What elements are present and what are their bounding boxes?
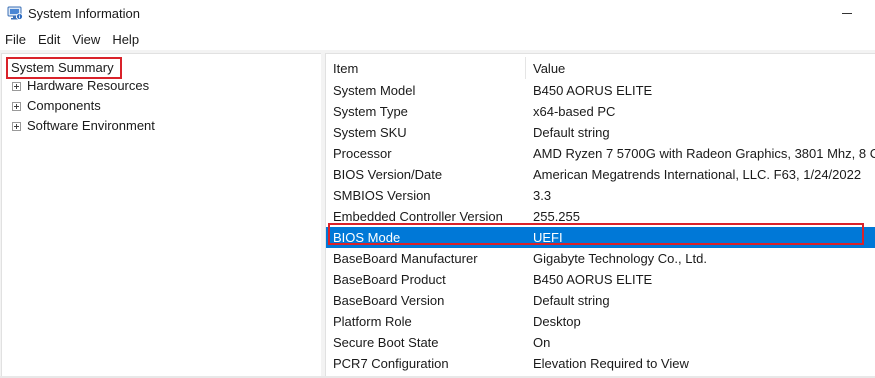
table-row[interactable]: System Type x64-based PC bbox=[326, 101, 875, 122]
tree-item-hardware-resources[interactable]: Hardware Resources bbox=[2, 76, 302, 96]
menu-file[interactable]: File bbox=[0, 28, 32, 50]
column-header-item[interactable]: Item bbox=[333, 61, 358, 76]
cell-item: SMBIOS Version bbox=[333, 188, 431, 203]
cell-value: Default string bbox=[533, 293, 610, 308]
cell-item: Processor bbox=[333, 146, 392, 161]
column-header-value[interactable]: Value bbox=[533, 61, 565, 76]
expand-icon[interactable] bbox=[12, 82, 21, 91]
cell-item: Embedded Controller Version bbox=[333, 209, 503, 224]
table-row[interactable]: PCR7 Configuration Elevation Required to… bbox=[326, 353, 875, 374]
minimize-button[interactable] bbox=[829, 0, 875, 28]
expand-icon[interactable] bbox=[12, 102, 21, 111]
cell-value: x64-based PC bbox=[533, 104, 616, 119]
table-row[interactable]: SMBIOS Version 3.3 bbox=[326, 185, 875, 206]
cell-value: Desktop bbox=[533, 314, 581, 329]
system-information-icon bbox=[7, 6, 23, 20]
column-divider[interactable] bbox=[525, 57, 526, 79]
window-title: System Information bbox=[28, 6, 140, 21]
cell-item: BaseBoard Product bbox=[333, 272, 446, 287]
table-row[interactable]: Embedded Controller Version 255.255 bbox=[326, 206, 875, 227]
table-row[interactable]: Platform Role Desktop bbox=[326, 311, 875, 332]
cell-item: BIOS Mode bbox=[333, 230, 401, 245]
cell-item: Platform Role bbox=[333, 314, 412, 329]
cell-value: B450 AORUS ELITE bbox=[533, 83, 653, 98]
tree-item-software-environment[interactable]: Software Environment bbox=[2, 116, 302, 136]
cell-value: Gigabyte Technology Co., Ltd. bbox=[533, 251, 707, 266]
cell-value: 3.3 bbox=[533, 188, 552, 203]
menu-edit[interactable]: Edit bbox=[32, 28, 66, 50]
cell-value: 255.255 bbox=[533, 209, 580, 224]
menu-view[interactable]: View bbox=[66, 28, 106, 50]
cell-value: Elevation Required to View bbox=[533, 356, 689, 371]
menu-bar: File Edit View Help bbox=[0, 28, 875, 50]
cell-value: B450 AORUS ELITE bbox=[533, 272, 653, 287]
menu-help[interactable]: Help bbox=[106, 28, 145, 50]
table-row[interactable]: BaseBoard Product B450 AORUS ELITE bbox=[326, 269, 875, 290]
cell-item: BaseBoard Manufacturer bbox=[333, 251, 478, 266]
tree-item-label: Components bbox=[27, 98, 101, 113]
table-row[interactable]: BIOS Version/Date American Megatrends In… bbox=[326, 164, 875, 185]
cell-item: System Model bbox=[333, 83, 416, 98]
cell-item: BaseBoard Version bbox=[333, 293, 445, 308]
details-list: Item Value System Model B450 AORUS ELITE… bbox=[325, 53, 875, 378]
cell-value: On bbox=[533, 335, 551, 350]
cell-item: PCR7 Configuration bbox=[333, 356, 449, 371]
table-row-selected[interactable]: BIOS Mode UEFI bbox=[326, 227, 875, 248]
table-row[interactable]: BaseBoard Manufacturer Gigabyte Technolo… bbox=[326, 248, 875, 269]
cell-item: System Type bbox=[333, 104, 408, 119]
table-row[interactable]: System SKU Default string bbox=[326, 122, 875, 143]
expand-icon[interactable] bbox=[12, 122, 21, 131]
system-information-window: System Information File Edit View Help S… bbox=[0, 0, 875, 378]
minimize-icon bbox=[842, 13, 852, 14]
cell-item: BIOS Version/Date bbox=[333, 167, 443, 182]
cell-item: Secure Boot State bbox=[333, 335, 439, 350]
category-tree: System Summary Hardware Resources Compon… bbox=[1, 53, 322, 378]
table-row[interactable]: Secure Boot State On bbox=[326, 332, 875, 353]
table-row[interactable]: System Model B450 AORUS ELITE bbox=[326, 80, 875, 101]
cell-value: UEFI bbox=[533, 230, 563, 245]
title-bar: System Information bbox=[0, 0, 875, 28]
cell-value: AMD Ryzen 7 5700G with Radeon Graphics, … bbox=[533, 146, 875, 161]
table-row[interactable]: Processor AMD Ryzen 7 5700G with Radeon … bbox=[326, 143, 875, 164]
cell-value: Default string bbox=[533, 125, 610, 140]
tree-item-label: Software Environment bbox=[27, 118, 155, 133]
cell-value: American Megatrends International, LLC. … bbox=[533, 167, 862, 182]
cell-item: System SKU bbox=[333, 125, 407, 140]
tree-item-components[interactable]: Components bbox=[2, 96, 302, 116]
list-header: Item Value bbox=[326, 54, 875, 80]
tree-item-label: Hardware Resources bbox=[27, 78, 150, 93]
table-row[interactable]: BaseBoard Version Default string bbox=[326, 290, 875, 311]
